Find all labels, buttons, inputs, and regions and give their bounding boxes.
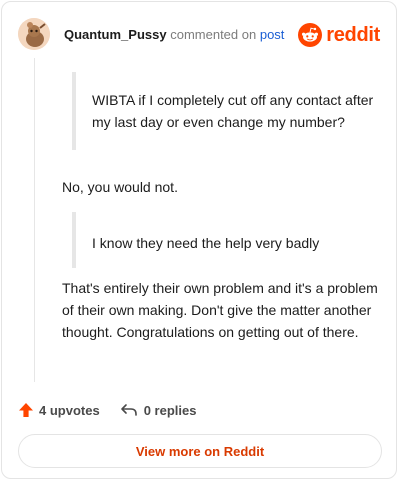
comment-footer: 4 upvotes 0 replies [18, 400, 196, 420]
avatar-icon [18, 18, 50, 50]
replies-control[interactable]: 0 replies [120, 402, 197, 418]
upvote-arrow-icon[interactable] [18, 402, 34, 418]
reply-count: 0 replies [143, 402, 197, 418]
user-avatar[interactable] [18, 18, 50, 50]
quote-block-1: WIBTA if I completely cut off any contac… [72, 72, 392, 150]
view-more-button[interactable]: View more on Reddit [18, 434, 382, 468]
upvote-count: 4 upvotes [39, 402, 100, 418]
post-link[interactable]: post [260, 27, 285, 42]
username-link[interactable]: Quantum_Pussy [64, 27, 167, 42]
reply-paragraph-1: No, you would not. [62, 179, 178, 195]
comment-header: Quantum_Pussy commented on post reddit [18, 18, 380, 52]
quote-block-2: I know they need the help very badly [72, 212, 392, 268]
reply-arrow-icon [120, 404, 137, 416]
reddit-snoo-icon [298, 23, 323, 47]
reddit-logo[interactable]: reddit [298, 22, 380, 48]
brand-name: reddit [326, 23, 380, 46]
comment-meta: Quantum_Pussy commented on post [64, 27, 284, 42]
thread-line[interactable] [34, 58, 35, 382]
reply-paragraph-2: That's entirely their own problem and it… [62, 280, 378, 340]
action-text: commented on [170, 27, 257, 42]
comment-card: Quantum_Pussy commented on post reddit W… [1, 1, 397, 479]
upvote-control[interactable]: 4 upvotes [18, 402, 100, 418]
